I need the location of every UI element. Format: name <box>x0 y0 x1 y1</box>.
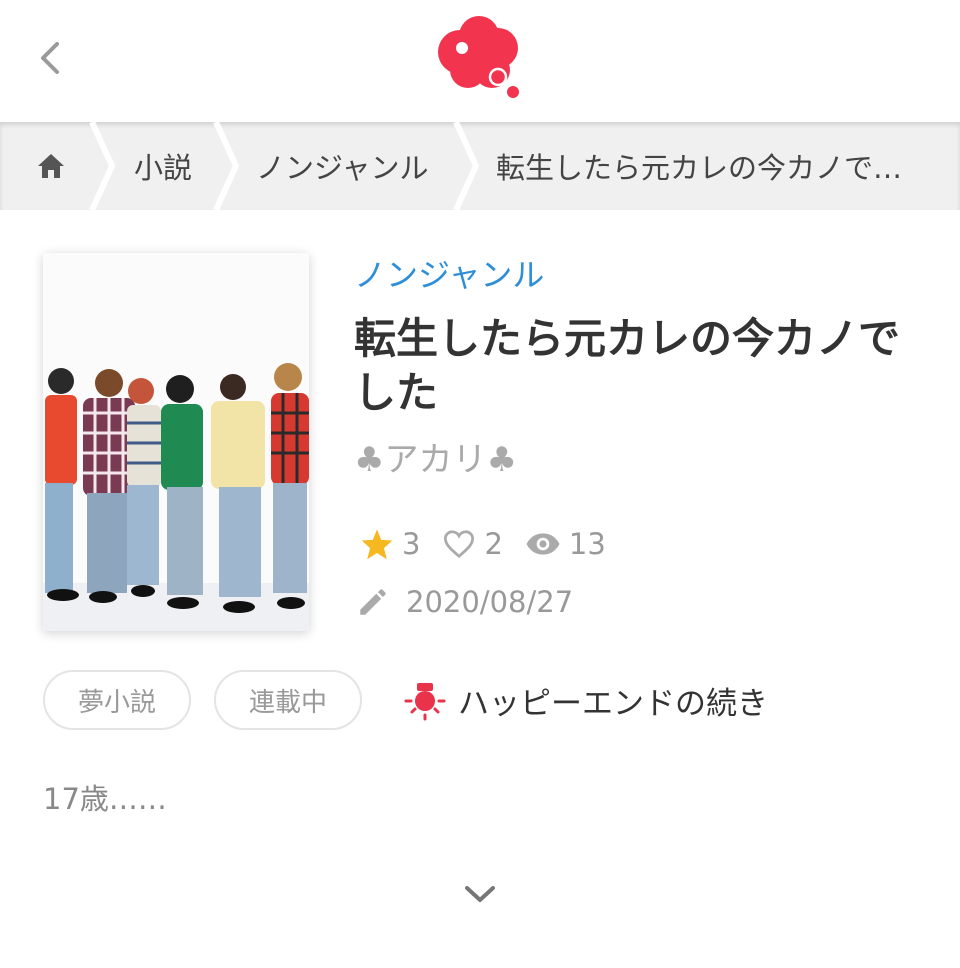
breadcrumb: 小説 ノンジャンル 転生したら元カレの今カノで… <box>0 122 960 210</box>
book-cover-image[interactable] <box>43 253 309 631</box>
cover-figure <box>45 368 77 593</box>
view-count-value: 13 <box>568 527 606 561</box>
book-genre[interactable]: ノンジャンル <box>354 250 544 296</box>
app-header <box>0 0 960 122</box>
breadcrumb-separator <box>453 122 480 210</box>
ending-label: ハッピーエンドの続き <box>458 685 768 722</box>
breadcrumb-label: ノンジャンル <box>256 151 429 185</box>
like-count: 2 <box>442 527 503 561</box>
expand-summary-button[interactable] <box>458 874 502 914</box>
eye-icon <box>526 533 560 555</box>
book-stats: 3 2 13 <box>360 522 628 566</box>
tag-serializing[interactable]: 連載中 <box>214 670 362 730</box>
breadcrumb-label: 小説 <box>134 151 193 185</box>
back-button[interactable] <box>28 36 72 80</box>
book-title: 転生したら元カレの今カノでした <box>354 314 901 417</box>
pencil-icon <box>360 589 386 615</box>
cover-figure <box>161 375 203 595</box>
book-author[interactable]: ♣アカリ♣ <box>354 432 517 481</box>
cover-figure <box>271 363 309 593</box>
updated-date-value: 2020/08/27 <box>406 585 574 619</box>
star-count-value: 3 <box>402 527 421 561</box>
breadcrumb-home[interactable] <box>36 122 66 210</box>
breadcrumb-item-current: 転生したら元カレの今カノで… <box>496 122 902 210</box>
ending-lamp-icon <box>404 683 446 721</box>
ending-type: ハッピーエンドの続き <box>404 676 768 724</box>
chevron-left-icon <box>41 42 59 74</box>
chevron-down-icon <box>465 886 495 902</box>
home-icon <box>38 154 64 178</box>
cover-figure <box>211 374 265 597</box>
tag-label: 連載中 <box>248 687 327 718</box>
like-count-value: 2 <box>484 527 503 561</box>
view-count: 13 <box>525 527 606 561</box>
cover-photo <box>43 253 309 631</box>
breadcrumb-item-genre[interactable]: ノンジャンル <box>256 122 429 210</box>
app-logo[interactable] <box>434 12 522 98</box>
star-count: 3 <box>360 527 420 561</box>
breadcrumb-separator <box>213 122 240 210</box>
heart-icon <box>444 530 475 559</box>
star-icon <box>361 529 393 560</box>
updated-date: 2020/08/27 <box>356 582 573 622</box>
breadcrumb-separator <box>89 122 116 210</box>
cover-figure <box>127 378 161 585</box>
breadcrumb-item-novel[interactable]: 小説 <box>134 122 192 210</box>
breadcrumb-label: 転生したら元カレの今カノで… <box>496 151 903 185</box>
book-summary: 17歳…… <box>43 782 167 816</box>
tag-label: 夢小説 <box>77 687 156 718</box>
tag-dream-novel[interactable]: 夢小説 <box>43 670 191 730</box>
